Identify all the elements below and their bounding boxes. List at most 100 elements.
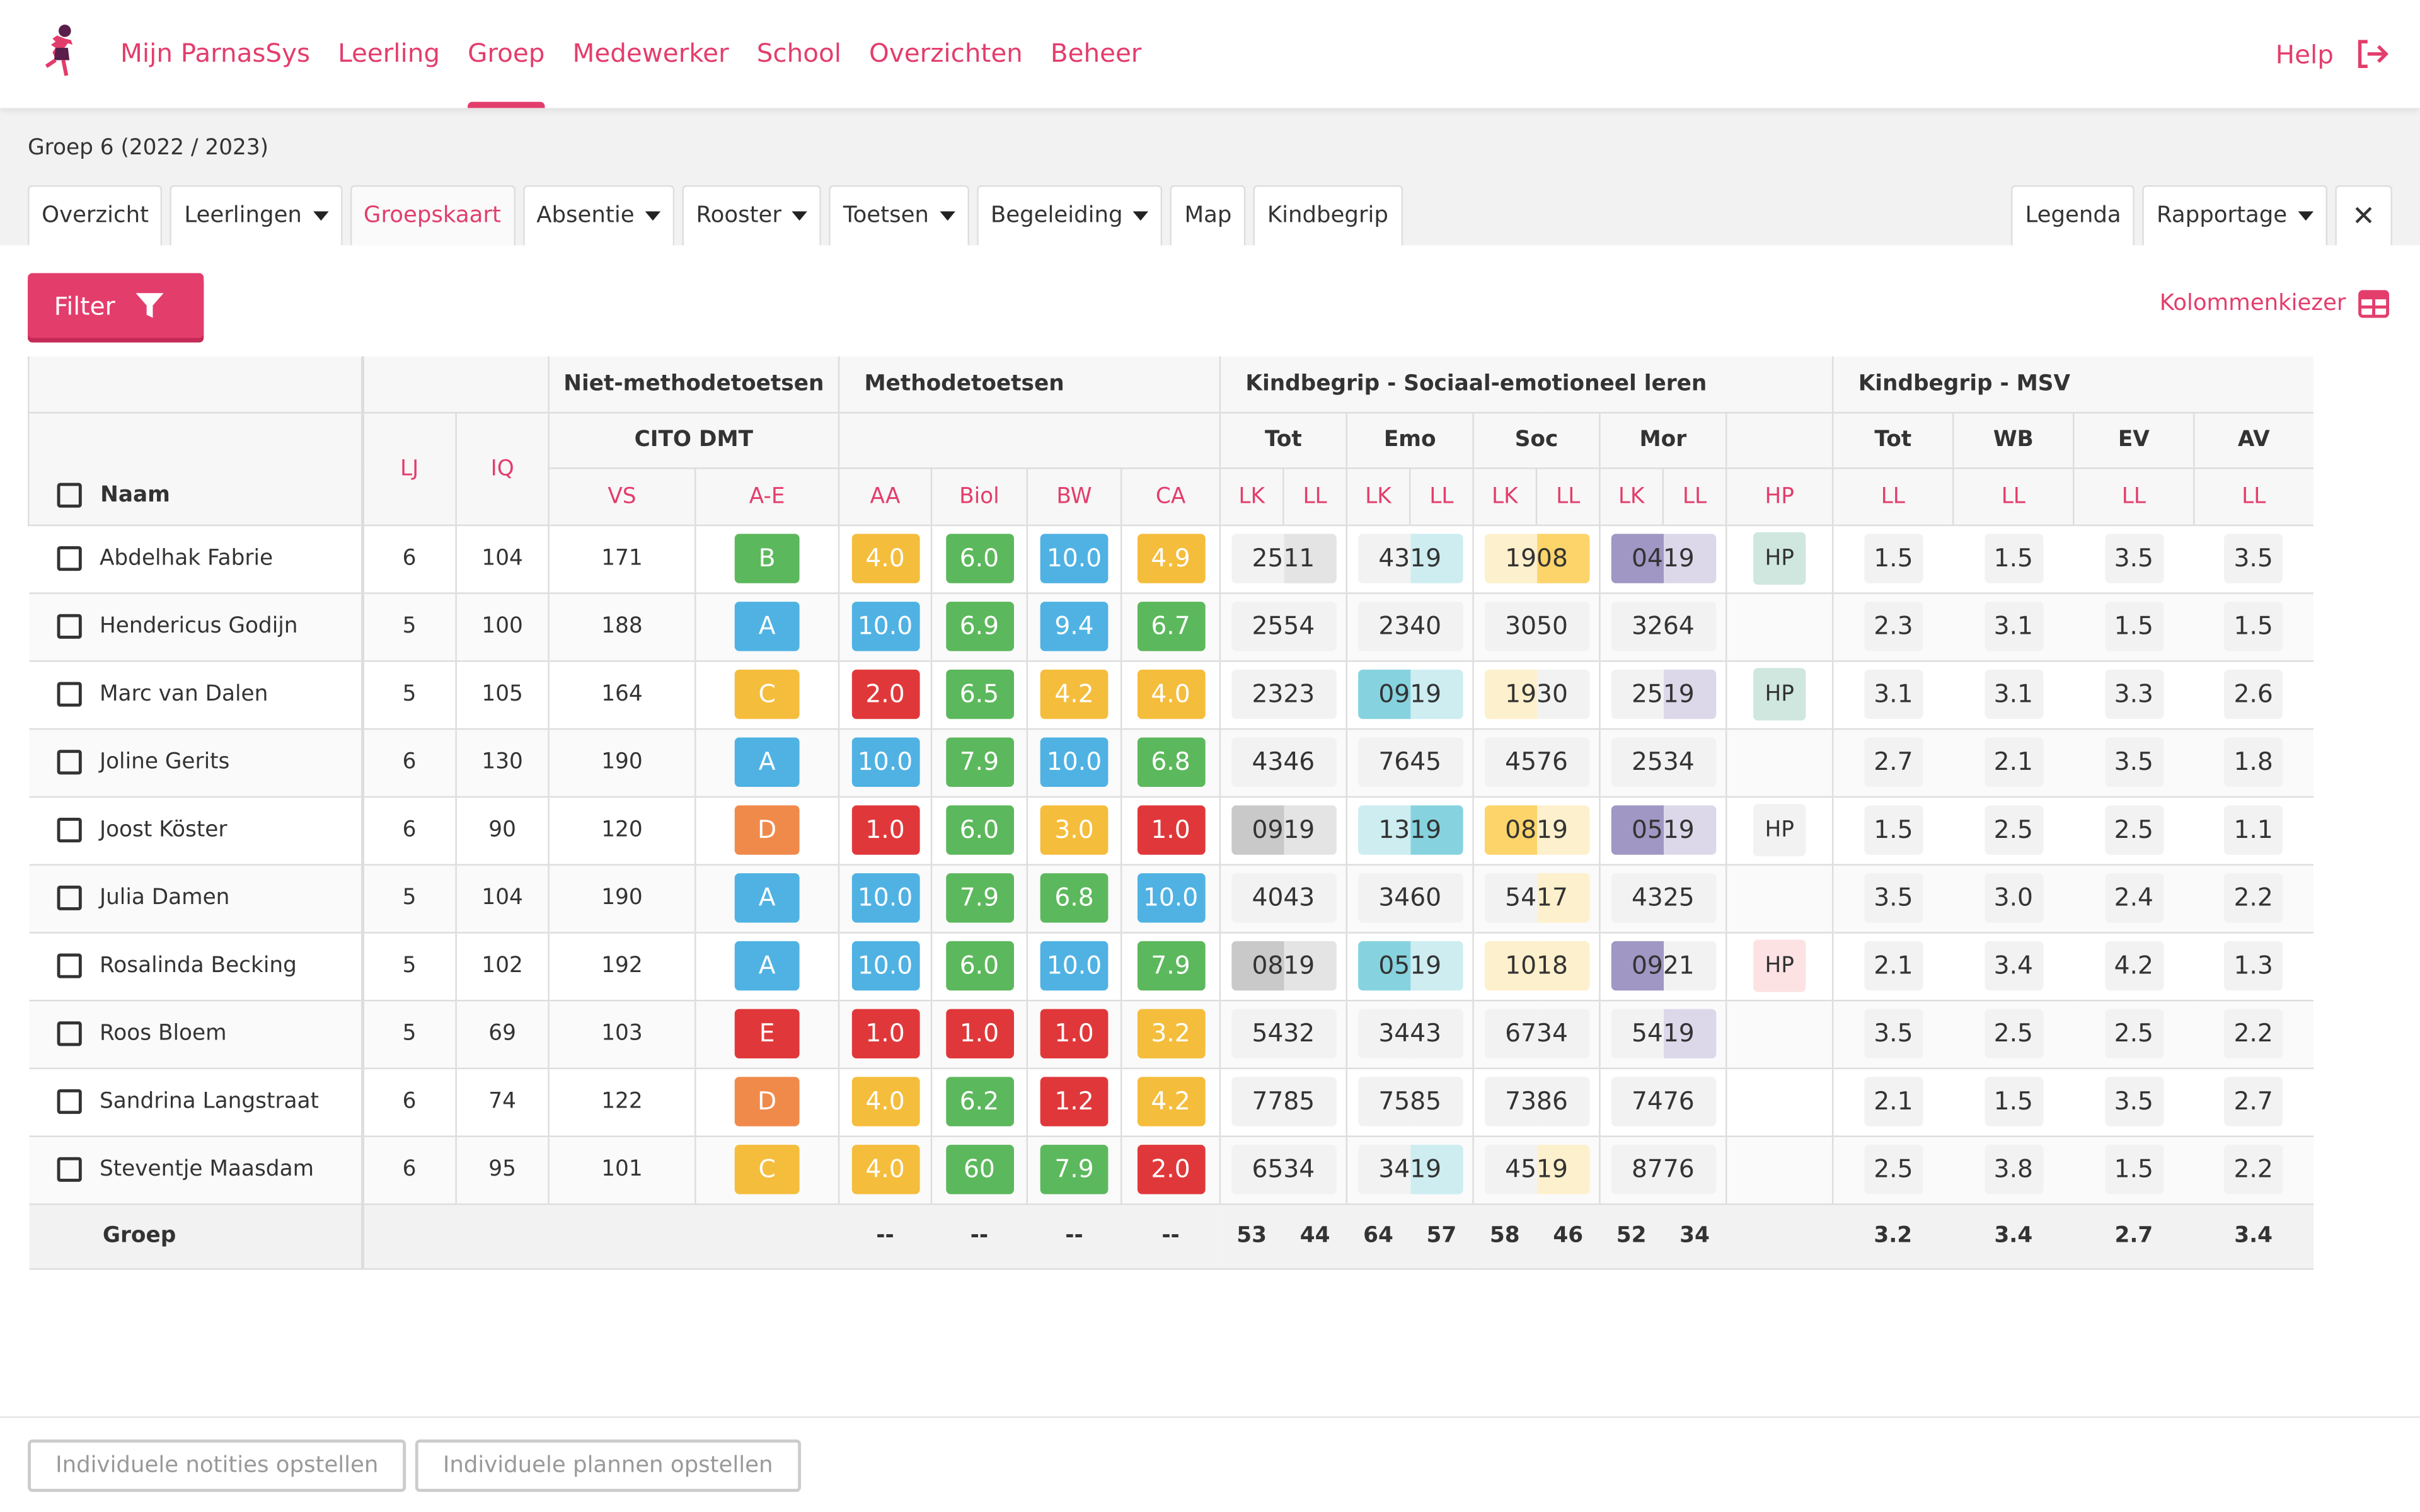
kindbegrip-score: 19: [1283, 805, 1336, 855]
kindbegrip-cell: 17: [1536, 864, 1600, 933]
rapportage-dropdown[interactable]: Rapportage: [2142, 185, 2327, 246]
student-name[interactable]: Julia Damen: [100, 886, 229, 910]
caret-down-icon: [645, 211, 661, 221]
tab-groepskaart[interactable]: Groepskaart: [349, 185, 515, 246]
nav-item-leerling[interactable]: Leerling: [338, 0, 440, 108]
legenda-button[interactable]: Legenda: [2011, 185, 2135, 246]
nav-item-beheer[interactable]: Beheer: [1051, 0, 1142, 108]
methode-cell: 4.0: [838, 1135, 931, 1205]
methode-cell: 10.0: [838, 728, 931, 797]
student-cell: Sandrina Langstraat: [28, 1067, 362, 1137]
nav-item-medewerker[interactable]: Medewerker: [572, 0, 729, 108]
nav-item-mijn-parnassys[interactable]: Mijn ParnasSys: [120, 0, 310, 108]
ae-badge: A: [734, 941, 800, 991]
table-row: Rosalinda Becking 5 102 192 A 10.0 6.0 10.0 7.9 0…: [28, 932, 2313, 1001]
tab-toetsen[interactable]: Toetsen: [829, 185, 969, 246]
group-methode-avg: --: [931, 1203, 1027, 1269]
nav-item-groep[interactable]: Groep: [468, 0, 544, 108]
ae-cell: D: [694, 1067, 839, 1137]
vs-cell: 164: [548, 660, 696, 730]
msv-score: 2.1: [1864, 1077, 1923, 1126]
row-checkbox[interactable]: [56, 750, 81, 775]
msv-score: 3.4: [1984, 941, 2043, 991]
kindbegrip-cell: 11: [1283, 524, 1347, 593]
kindbegrip-cell: 43: [1219, 728, 1284, 797]
methode-cell: 6.0: [930, 524, 1027, 593]
row-checkbox[interactable]: [56, 682, 81, 707]
kindbegrip-score: 77: [1231, 1077, 1284, 1126]
header-ll: LL: [1952, 467, 2074, 525]
row-checkbox[interactable]: [56, 1157, 81, 1182]
tab-leerlingen[interactable]: Leerlingen: [170, 185, 342, 246]
student-name[interactable]: Joline Gerits: [100, 750, 229, 774]
methode-cell: 4.0: [1120, 660, 1220, 730]
row-checkbox[interactable]: [56, 953, 81, 978]
kindbegrip-cell: 19: [1662, 660, 1727, 730]
table-columns-icon: [2358, 290, 2390, 318]
msv-score: 2.5: [2104, 805, 2164, 855]
tab-overzicht[interactable]: Overzicht: [28, 185, 163, 246]
score-badge: 9.4: [1040, 602, 1109, 651]
kindbegrip-cell: 05: [1345, 932, 1410, 1001]
kindbegrip-cell: 43: [1345, 524, 1410, 593]
help-link[interactable]: Help: [2276, 39, 2334, 69]
lj-cell: 6: [360, 524, 456, 593]
student-name[interactable]: Abdelhak Fabrie: [100, 546, 273, 571]
row-checkbox[interactable]: [56, 885, 81, 910]
kindbegrip-score: 43: [1231, 737, 1284, 787]
kindbegrip-score: 75: [1357, 1077, 1410, 1126]
group-blank: [360, 1203, 456, 1269]
plannen-button[interactable]: Individuele plannen opstellen: [415, 1439, 801, 1492]
tab-label: Rooster: [696, 203, 781, 229]
row-checkbox[interactable]: [56, 614, 81, 639]
logout-icon[interactable]: [2355, 38, 2389, 69]
kindbegrip-score: 34: [1662, 737, 1716, 787]
caret-down-icon: [2298, 211, 2313, 221]
close-button[interactable]: ✕: [2335, 185, 2392, 246]
student-name[interactable]: Marc van Dalen: [100, 682, 268, 706]
methode-cell: 1.0: [1026, 999, 1122, 1068]
caret-down-icon: [792, 211, 808, 221]
kindbegrip-score: 73: [1484, 1077, 1537, 1126]
methode-cell: 6.8: [1120, 728, 1220, 797]
student-name[interactable]: Hendericus Godijn: [100, 614, 298, 639]
nav-item-school[interactable]: School: [757, 0, 841, 108]
tab-rooster[interactable]: Rooster: [682, 185, 822, 246]
tab-begeleiding[interactable]: Begeleiding: [976, 185, 1163, 246]
parnassys-logo[interactable]: [37, 23, 86, 85]
row-checkbox[interactable]: [56, 1089, 81, 1114]
header-blank: [28, 356, 362, 413]
tab-kindbegrip[interactable]: Kindbegrip: [1253, 185, 1403, 246]
row-checkbox[interactable]: [56, 546, 81, 571]
kolommenkiezer-button[interactable]: Kolommenkiezer: [2160, 290, 2390, 318]
student-name[interactable]: Steventje Maasdam: [100, 1157, 314, 1182]
methode-cell: 2.0: [838, 660, 931, 730]
tab-absentie[interactable]: Absentie: [522, 185, 675, 246]
header-methodetoetsen: Methodetoetsen: [838, 356, 1220, 413]
msv-score: 3.1: [1864, 669, 1923, 719]
kindbegrip-score: 86: [1536, 1077, 1589, 1126]
student-name[interactable]: Sandrina Langstraat: [100, 1089, 319, 1114]
kindbegrip-cell: 87: [1599, 1135, 1663, 1205]
student-name[interactable]: Rosalinda Becking: [100, 953, 297, 978]
nav-item-overzichten[interactable]: Overzichten: [869, 0, 1023, 108]
score-badge: 3.0: [1040, 805, 1109, 855]
row-checkbox[interactable]: [56, 1021, 81, 1046]
notities-button[interactable]: Individuele notities opstellen: [28, 1439, 406, 1492]
tab-map[interactable]: Map: [1170, 185, 1246, 246]
msv-cell: 3.4: [1953, 932, 2074, 1001]
score-badge: 6.0: [945, 534, 1013, 583]
filter-button[interactable]: Filter: [28, 273, 204, 338]
score-badge: 10.0: [1040, 941, 1109, 991]
student-name[interactable]: Roos Bloem: [100, 1021, 227, 1046]
close-icon: ✕: [2352, 200, 2376, 232]
msv-score: 3.5: [2104, 737, 2164, 787]
select-all-checkbox[interactable]: [57, 483, 82, 508]
row-checkbox[interactable]: [56, 817, 81, 843]
score-badge: 6.0: [945, 805, 1013, 855]
msv-score: 1.5: [1864, 534, 1923, 583]
methode-cell: 1.0: [930, 999, 1027, 1068]
msv-score: 2.6: [2224, 669, 2283, 719]
student-name[interactable]: Joost Köster: [100, 818, 228, 842]
lj-cell: 6: [360, 1067, 456, 1137]
